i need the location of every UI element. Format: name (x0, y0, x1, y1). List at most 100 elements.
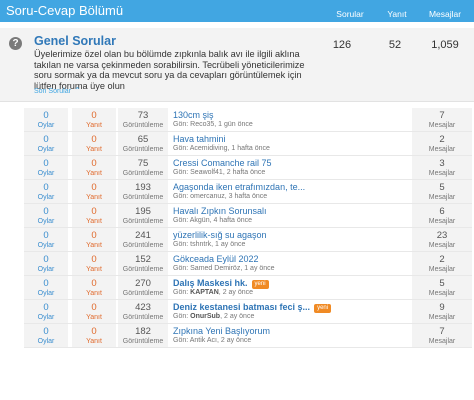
thread-title-text[interactable]: Dalış Maskesi hk. (173, 278, 248, 288)
thread-row[interactable]: 0 Oylar 0 Yanıt 65 Görüntüleme Hava tahmini Gön… (0, 132, 474, 156)
replies-count: 0 (91, 182, 97, 193)
chevron-up-icon[interactable]: ⌃ (74, 86, 81, 95)
recent-questions-toggle[interactable]: Son Sorular (34, 88, 71, 95)
votes-cell: 0 Oylar (24, 324, 68, 347)
thread-author-link[interactable]: Acemidiving (190, 145, 228, 152)
forum-title-link[interactable]: Genel Sorular (34, 34, 116, 48)
thread-row[interactable]: 0 Oylar 0 Yanıt 152 Görüntüleme Gökceada Eylül… (0, 252, 474, 276)
thread-row[interactable]: 0 Oylar 0 Yanıt 182 Görüntüleme Zıpkına Yeni B… (0, 324, 474, 348)
views-cell: 73 Görüntüleme (118, 108, 168, 131)
started-by-label: Gön: (173, 193, 189, 200)
question-circle-icon: ? (9, 37, 22, 50)
posts-label: Mesajlar (428, 194, 456, 201)
thread-meta: Gön: OnurSub, 2 ay önce (173, 313, 255, 320)
forum-row[interactable]: ? Genel Sorular Üyelerimize özel olan bu… (0, 28, 474, 102)
started-by-label: Gön: (173, 121, 189, 128)
posts-cell: 6 Mesajlar (412, 204, 472, 227)
thread-time: 2 ay önce (222, 289, 254, 296)
posts-label: Mesajlar (428, 266, 456, 273)
replies-cell: 0 Yanıt (72, 108, 116, 131)
thread-title-link[interactable]: yüzerlilik-sığ su agaşon (173, 230, 267, 240)
replies-cell: 0 Yanıt (72, 300, 116, 323)
thread-info: Cressi Comanche rail 75 Gön: Seawolf41, 2… (170, 156, 410, 179)
views-count: 270 (135, 278, 151, 289)
thread-author-link[interactable]: KAPTAN (190, 289, 219, 296)
votes-count: 0 (43, 206, 49, 217)
replies-cell: 0 Yanıt (72, 252, 116, 275)
views-count: 241 (135, 230, 151, 241)
thread-title-text[interactable]: Gökceada Eylül 2022 (173, 254, 259, 264)
thread-row[interactable]: 0 Oylar 0 Yanıt 73 Görüntüleme 130cm şiş Gön: R… (0, 108, 474, 132)
votes-cell: 0 Oylar (24, 156, 68, 179)
votes-count: 0 (43, 326, 49, 337)
thread-title-link[interactable]: Havalı Zıpkın Sorunsalı (173, 206, 267, 216)
thread-title-link[interactable]: Agaşonda iken etrafımızdan, te... (173, 182, 305, 192)
thread-row[interactable]: 0 Oylar 0 Yanıt 241 Görüntüleme yüzerlilik-sığ… (0, 228, 474, 252)
thread-row[interactable]: 0 Oylar 0 Yanıt 75 Görüntüleme Cressi Comanche… (0, 156, 474, 180)
thread-row[interactable]: 0 Oylar 0 Yanıt 193 Görüntüleme Agaşonda iken … (0, 180, 474, 204)
thread-row[interactable]: 0 Oylar 0 Yanıt 270 Görüntüleme Dalış Maskesi … (0, 276, 474, 300)
thread-time: 1 ay önce (215, 241, 246, 248)
replies-count: 0 (91, 110, 97, 121)
forum-post-count: 1,059 (431, 39, 459, 51)
forum-question-count: 126 (332, 39, 352, 51)
thread-title-link[interactable]: Hava tahmini (173, 134, 226, 144)
votes-label: Oylar (37, 242, 55, 249)
thread-time: 1 gün önce (218, 121, 253, 128)
replies-count: 0 (91, 278, 97, 289)
replies-label: Yanıt (86, 146, 102, 153)
thread-author-link[interactable]: Akgün (190, 217, 210, 224)
posts-label: Mesajlar (428, 242, 456, 249)
thread-info: Zıpkına Yeni Başlıyorum Gön: Antik Acı, 2… (170, 324, 410, 347)
thread-title-text[interactable]: Cressi Comanche rail 75 (173, 158, 272, 168)
views-count: 65 (137, 134, 149, 145)
thread-title-text[interactable]: Hava tahmini (173, 134, 226, 144)
votes-label: Oylar (37, 290, 55, 297)
thread-title-link[interactable]: Deniz kestanesi batması feci ş... yeni (173, 302, 332, 313)
thread-author-link[interactable]: Samed Demiröz (190, 265, 240, 272)
thread-title-link[interactable]: Dalış Maskesi hk. yeni (173, 278, 269, 289)
posts-label: Mesajlar (428, 170, 456, 177)
thread-author-link[interactable]: Reco35 (190, 121, 214, 128)
thread-author-link[interactable]: tshntrk (190, 241, 211, 248)
thread-author-link[interactable]: omercanuz (190, 193, 225, 200)
thread-title-link[interactable]: 130cm şiş (173, 110, 214, 120)
thread-author-link[interactable]: Seawolf41 (190, 169, 223, 176)
votes-label: Oylar (37, 146, 55, 153)
thread-title-link[interactable]: Zıpkına Yeni Başlıyorum (173, 326, 270, 336)
thread-title-link[interactable]: Gökceada Eylül 2022 (173, 254, 259, 264)
posts-cell: 7 Mesajlar (412, 108, 472, 131)
thread-author-link[interactable]: OnurSub (190, 313, 220, 320)
thread-title-text[interactable]: yüzerlilik-sığ su agaşon (173, 230, 267, 240)
posts-cell: 2 Mesajlar (412, 252, 472, 275)
posts-cell: 7 Mesajlar (412, 324, 472, 347)
started-by-label: Gön: (173, 337, 189, 344)
new-badge: yeni (314, 304, 332, 313)
thread-meta: Gön: Reco35, 1 gün önce (173, 121, 253, 128)
thread-title-text[interactable]: Deniz kestanesi batması feci ş... (173, 302, 310, 312)
posts-label: Mesajlar (428, 146, 456, 153)
thread-title-text[interactable]: Agaşonda iken etrafımızdan, te... (173, 182, 305, 192)
thread-meta: Gön: KAPTAN, 2 ay önce (173, 289, 254, 296)
votes-label: Oylar (37, 218, 55, 225)
thread-title-text[interactable]: Havalı Zıpkın Sorunsalı (173, 206, 267, 216)
votes-cell: 0 Oylar (24, 204, 68, 227)
replies-count: 0 (91, 206, 97, 217)
thread-title-text[interactable]: Zıpkına Yeni Başlıyorum (173, 326, 270, 336)
thread-row[interactable]: 0 Oylar 0 Yanıt 423 Görüntüleme Deniz kestanes… (0, 300, 474, 324)
thread-row[interactable]: 0 Oylar 0 Yanıt 195 Görüntüleme Havalı Zıpkın … (0, 204, 474, 228)
started-by-label: Gön: (173, 145, 189, 152)
views-cell: 195 Görüntüleme (118, 204, 168, 227)
replies-label: Yanıt (86, 122, 102, 129)
votes-count: 0 (43, 134, 49, 145)
thread-title-text[interactable]: 130cm şiş (173, 110, 214, 120)
posts-count: 9 (439, 302, 445, 313)
votes-label: Oylar (37, 266, 55, 273)
views-label: Görüntüleme (122, 290, 164, 297)
thread-author-link[interactable]: Antik Acı (190, 337, 217, 344)
thread-time: 1 hafta önce (231, 145, 270, 152)
thread-title-link[interactable]: Cressi Comanche rail 75 (173, 158, 272, 168)
replies-cell: 0 Yanıt (72, 276, 116, 299)
views-label: Görüntüleme (122, 170, 164, 177)
posts-label: Mesajlar (428, 338, 456, 345)
